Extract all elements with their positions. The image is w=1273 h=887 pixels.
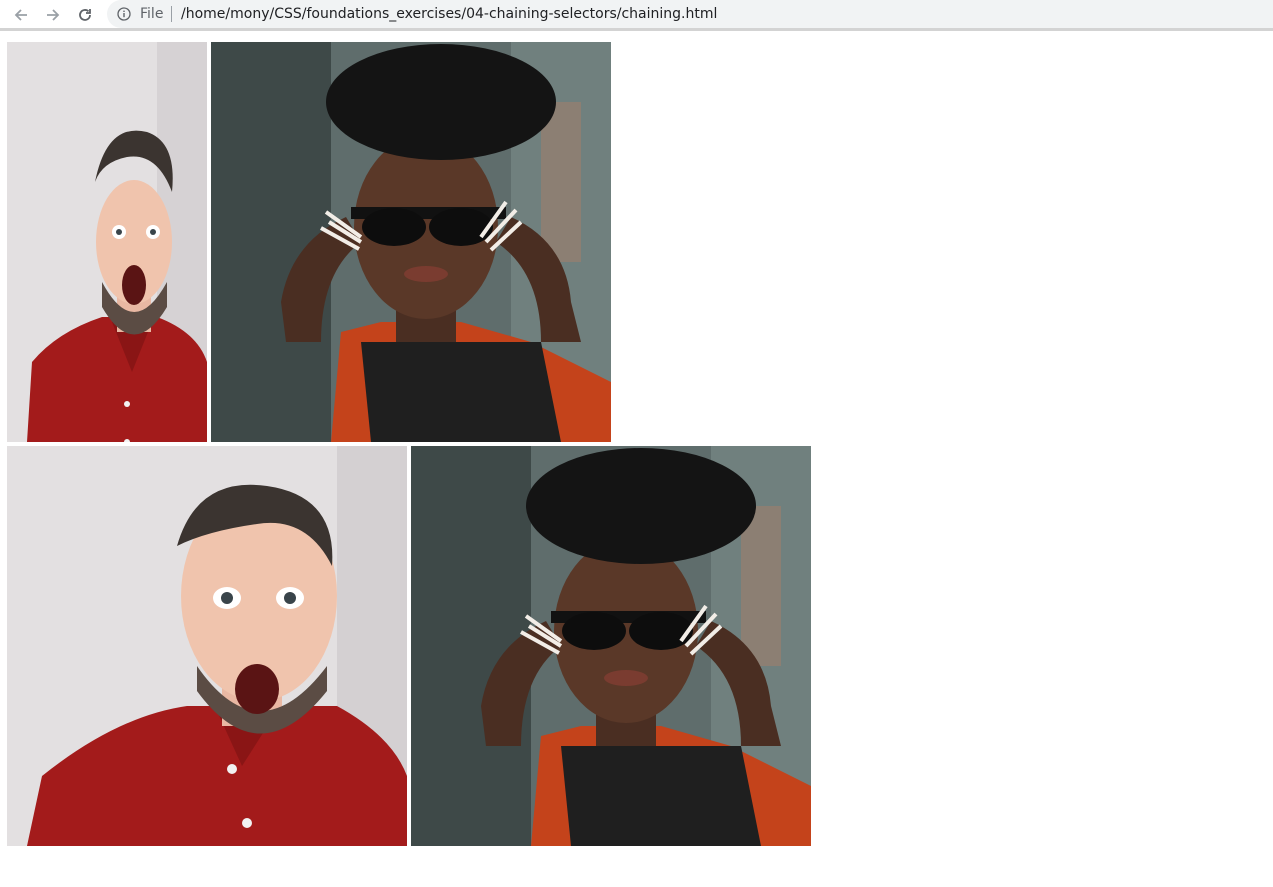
arrow-left-icon	[14, 9, 27, 21]
reload-button[interactable]	[74, 4, 96, 26]
arrow-right-icon	[47, 9, 60, 21]
forward-button[interactable]	[42, 4, 64, 26]
scheme-label: File	[140, 6, 164, 22]
address-bar[interactable]: File /home/mony/CSS/foundations_exercise…	[107, 0, 1273, 28]
url-text[interactable]: /home/mony/CSS/foundations_exercises/04-…	[181, 6, 717, 22]
woman-photo-bottom	[411, 446, 811, 846]
separator	[171, 6, 172, 22]
info-icon[interactable]	[117, 7, 131, 21]
woman-photo-top	[211, 42, 611, 442]
back-button[interactable]	[10, 4, 32, 26]
man-photo-small	[7, 42, 207, 442]
browser-toolbar: File /home/mony/CSS/foundations_exercise…	[0, 0, 1273, 31]
reload-icon	[79, 9, 91, 21]
man-photo-large	[7, 446, 407, 846]
